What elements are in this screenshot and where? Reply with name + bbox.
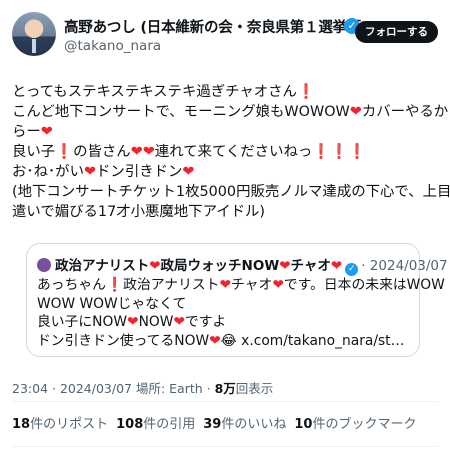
divider xyxy=(12,446,438,447)
text-segment: 良い子 xyxy=(12,144,56,160)
tweet-line: 良い子❗の皆さん❤❤連れて来てくださいねっ❗❗❗ xyxy=(12,142,442,162)
heart-emoji-icon: ❤ xyxy=(149,258,161,274)
quoted-tweet-date: · 2024/03/07 xyxy=(361,258,448,274)
text-segment: らー xyxy=(12,124,41,140)
text-segment: (地下コンサートチケット1枚5000円販売ノルマ達成の下心で、上目 xyxy=(12,184,450,200)
heart-emoji-icon: ❤ xyxy=(279,258,291,274)
stat-label: 件のいいね xyxy=(221,417,287,432)
quoted-tweet-line: WOW WOWじゃなくて xyxy=(37,295,417,314)
tweet-line: とってもステキステキステキ過ぎチャオさん❗ xyxy=(12,82,442,102)
tweet-line: (地下コンサートチケット1枚5000円販売ノルマ達成の下心で、上目 xyxy=(12,182,450,202)
heart-emoji-icon: ❤ xyxy=(182,164,195,180)
text-segment: カバーやるか xyxy=(361,104,449,120)
text-segment: 政治アナリスト xyxy=(55,258,150,274)
heart-emoji-icon: ❤ xyxy=(330,258,343,274)
exclamation-emoji-icon: ❗ xyxy=(105,277,124,293)
tweet-meta: 23:04 · 2024/03/07 場所: Earth · 8万回表示 xyxy=(12,378,273,397)
stat-count: 108 xyxy=(116,417,144,432)
heart-emoji-icon: ❤ xyxy=(83,164,97,180)
author-name-row[interactable]: 高野あつし (日本維新の会・奈良県第１選挙区支… xyxy=(64,16,364,36)
stat-label: 件のリポスト xyxy=(30,417,109,432)
author-name[interactable]: 高野あつし (日本維新の会・奈良県第１選挙区支… xyxy=(64,20,364,36)
divider xyxy=(12,401,438,402)
tweet-header: 高野あつし (日本維新の会・奈良県第１選挙区支… ✓ @takano_nara … xyxy=(12,10,438,58)
stat-item[interactable]: 108件の引用 xyxy=(116,417,195,432)
text-segment: ドン引きドン xyxy=(96,164,183,180)
tweet-line: 遣いで媚びる17才小悪魔地下アイドル) xyxy=(12,202,442,222)
text-segment: ドン引きドン使ってるNOW xyxy=(37,332,210,349)
text-segment: こんど地下コンサートで、モーニング娘もWOWOW xyxy=(12,104,350,120)
text-segment: 良い子にNOW xyxy=(37,314,128,330)
text-segment: チャオ xyxy=(290,258,331,274)
author-handle[interactable]: @takano_nara xyxy=(64,38,161,54)
heart-emoji-icon: ❤ xyxy=(219,277,232,293)
heart-emoji-icon: ❤ xyxy=(40,124,53,140)
text-segment: チャオ xyxy=(231,277,273,293)
heart-emoji-icon: ❤ xyxy=(209,332,221,349)
heart-emoji-icon: ❤❤ xyxy=(130,144,155,160)
quoted-tweet-line: ドン引きドン使ってるNOW❤😂 x.com/takano_nara/st… xyxy=(37,332,417,351)
stat-label: 件のブックマーク xyxy=(312,417,417,432)
stat-label: 件の引用 xyxy=(143,417,196,432)
tweet-line: らー❤ xyxy=(12,122,442,142)
heart-emoji-icon: ❤ xyxy=(272,277,284,293)
quoted-tweet-line: 良い子にNOW❤NOW❤ですよ xyxy=(37,313,417,332)
text-segment: です。日本の未来はWOW xyxy=(283,277,445,293)
follow-button[interactable]: フォローする xyxy=(355,21,438,43)
stat-count: 39 xyxy=(203,417,222,432)
quoted-author-avatar xyxy=(37,258,51,272)
text-segment: WOW WOWじゃなくて xyxy=(37,295,187,312)
quoted-tweet-line: あっちゃん❗政治アナリスト❤チャオ❤です。日本の未来はWOW xyxy=(37,276,445,295)
quoted-tweet-header: 政治アナリスト❤政局ウォッチNOW❤チャオ❤ ✓ · 2024/03/07 xyxy=(37,254,448,276)
text-segment: の皆さん xyxy=(73,144,131,160)
author-avatar[interactable] xyxy=(12,12,56,56)
text-segment: とってもステキステキステキ過ぎチャオさん xyxy=(12,84,297,100)
heart-emoji-icon: ❤ xyxy=(349,104,362,120)
text-segment: お･ね･がい xyxy=(12,164,84,180)
view-count-suffix: 回表示 xyxy=(235,381,274,396)
stat-count: 18 xyxy=(12,417,31,432)
tweet-text: とってもステキステキステキ過ぎチャオさん❗ こんど地下コンサートで、モーニング娘も… xyxy=(12,82,450,222)
heart-emoji-icon: ❤ xyxy=(127,314,139,330)
stat-item[interactable]: 39件のいいね xyxy=(203,417,286,432)
text-segment: 政局ウォッチNOW xyxy=(160,258,280,274)
tweet-timestamp[interactable]: 23:04 · 2024/03/07 場所: Earth · xyxy=(12,381,215,396)
stat-item[interactable]: 10件のブックマーク xyxy=(294,417,416,432)
quoted-verified-badge-icon: ✓ xyxy=(345,263,359,276)
text-segment: ですよ xyxy=(184,314,227,330)
text-segment: 連れて来てくださいねっ xyxy=(154,144,313,160)
engagement-stats: 18件のリポスト 108件の引用 39件のいいね 10件のブックマーク xyxy=(12,413,424,432)
text-segment: あっちゃん xyxy=(37,277,106,293)
tweet-line: こんど地下コンサートで、モーニング娘もWOWOW❤カバーやるか xyxy=(12,102,448,122)
text-segment: 遣いで媚びる17才小悪魔地下アイドル) xyxy=(12,204,266,220)
heart-emoji-icon: ❤ xyxy=(173,314,185,330)
stat-item[interactable]: 18件のリポスト xyxy=(12,417,108,432)
exclamation-emoji-icon: ❗ xyxy=(296,84,315,100)
exclamation-emoji-icon: ❗ xyxy=(55,144,74,160)
text-segment: 😂 x.com/takano_nara/st… xyxy=(220,332,405,349)
view-count: 8万 xyxy=(214,381,236,396)
tweet-line: お･ね･がい❤ドン引きドン❤ xyxy=(12,162,442,182)
text-segment: NOW xyxy=(138,314,174,330)
quoted-author-name: 政治アナリスト❤政局ウォッチNOW❤チャオ❤ xyxy=(55,258,342,274)
quoted-tweet-text: あっちゃん❗政治アナリスト❤チャオ❤です。日本の未来はWOW WOW WOWじゃな… xyxy=(37,276,445,351)
exclamation-emoji-icon: ❗❗❗ xyxy=(312,144,367,160)
quoted-tweet[interactable]: 政治アナリスト❤政局ウォッチNOW❤チャオ❤ ✓ · 2024/03/07 あっちゃ… xyxy=(26,243,448,357)
stat-count: 10 xyxy=(294,417,313,432)
text-segment: 政治アナリスト xyxy=(123,277,220,293)
